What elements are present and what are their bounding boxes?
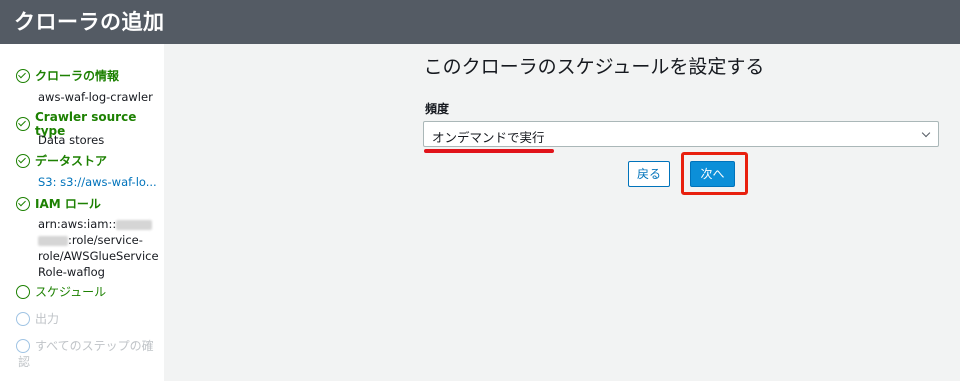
step-detail: Data stores <box>38 133 105 147</box>
check-circle-icon <box>16 153 30 168</box>
wizard-step-sidebar: クローラの情報 aws-waf-log-crawler Crawler sour… <box>0 44 164 381</box>
check-circle-icon <box>16 117 30 131</box>
step-label-continued: 認 <box>18 355 31 369</box>
redacted-account-id <box>116 219 153 230</box>
step-detail: aws-waf-log-crawler <box>38 90 153 104</box>
step-label: IAM ロール <box>35 197 101 211</box>
step-label: クローラの情報 <box>35 69 120 83</box>
step-label: 出力 <box>35 312 60 326</box>
top-header: クローラの追加 <box>0 0 960 44</box>
iam-role-arn: arn:aws:iam:: :role/service- role/AWSGlu… <box>38 216 159 280</box>
step-crawler-info[interactable]: クローラの情報 <box>16 67 119 84</box>
frequency-select-value: オンデマンドで実行 <box>432 130 545 145</box>
section-title: このクローラのスケジュールを設定する <box>423 56 765 78</box>
step-schedule[interactable]: スケジュール <box>16 283 106 300</box>
arn-prefix: arn:aws:iam:: <box>38 217 117 231</box>
frequency-select[interactable]: オンデマンドで実行 <box>423 121 939 147</box>
circle-icon <box>16 338 30 353</box>
step-label: スケジュール <box>35 285 107 299</box>
arn-line: Role-waflog <box>38 265 105 279</box>
circle-icon <box>16 311 30 326</box>
arn-line: :role/service- <box>68 233 143 247</box>
next-button[interactable]: 次へ <box>690 161 735 187</box>
page-title: クローラの追加 <box>14 10 165 34</box>
back-button[interactable]: 戻る <box>628 161 670 187</box>
step-detail-link[interactable]: S3: s3://aws-waf-lo... <box>38 174 157 190</box>
check-circle-icon <box>16 68 30 83</box>
check-circle-icon <box>16 196 30 211</box>
step-label: すべてのステップの確 <box>35 339 154 353</box>
arn-line: role/AWSGlueService <box>38 249 159 263</box>
step-review: すべてのステップの確 <box>16 337 154 354</box>
step-iam-role[interactable]: IAM ロール <box>16 195 101 212</box>
step-label: データストア <box>35 154 108 168</box>
step-data-store[interactable]: データストア <box>16 152 107 169</box>
step-output: 出力 <box>16 310 59 327</box>
redacted-account-id <box>38 235 68 246</box>
circle-icon <box>16 284 30 299</box>
frequency-label: 頻度 <box>425 102 450 116</box>
chevron-down-icon <box>921 128 931 138</box>
annotation-underline <box>424 149 554 153</box>
